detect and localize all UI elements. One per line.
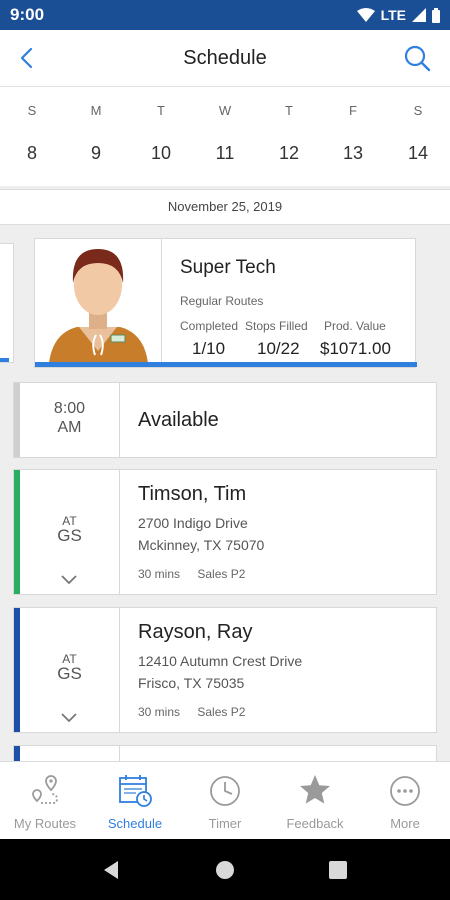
day-cell[interactable]: S 14: [386, 87, 450, 187]
status-bar: 9:00 LTE: [0, 0, 450, 30]
customer-name: Rayson, Ray: [138, 621, 253, 643]
clock-icon: [210, 776, 240, 806]
battery-icon: [432, 7, 440, 23]
day-cell[interactable]: T 12: [257, 87, 321, 187]
day-of-week: W: [218, 103, 232, 118]
status-icons: LTE: [356, 7, 440, 23]
day-number: 12: [278, 143, 300, 163]
day-of-week: M: [90, 103, 102, 118]
day-cell[interactable]: T 10: [129, 87, 193, 187]
day-number: 11: [215, 143, 235, 163]
time-bottom: AM: [57, 419, 82, 436]
chevron-down-icon[interactable]: [60, 711, 78, 723]
selected-date: November 25, 2019: [0, 189, 450, 225]
technician-card-accent: [35, 362, 417, 367]
tab-more[interactable]: More: [360, 762, 450, 840]
address-line-1: 12410 Autumn Crest Drive: [138, 653, 303, 669]
day-number: 14: [407, 143, 429, 163]
day-number: 9: [90, 143, 101, 163]
duration: 30 mins: [138, 705, 181, 719]
day-number: 10: [150, 143, 172, 163]
day-cell[interactable]: F 13: [321, 87, 385, 187]
day-cell[interactable]: W 11: [193, 87, 257, 187]
appointment-card[interactable]: AT GS Rayson, Ray 12410 Autumn Crest Dri…: [13, 607, 437, 733]
stat-value-stops-filled: 10/22: [257, 339, 300, 358]
route-type: Regular Routes: [180, 294, 264, 308]
signal-icon: [412, 8, 426, 22]
tab-label: My Routes: [13, 816, 77, 831]
day-of-week: F: [349, 103, 357, 118]
tab-timer[interactable]: Timer: [180, 762, 270, 840]
previous-tech-card[interactable]: [0, 243, 14, 363]
day-of-week: T: [285, 103, 293, 118]
day-cell[interactable]: M 9: [64, 87, 128, 187]
calendar-clock-icon: [119, 775, 152, 807]
appointment-title: Available: [138, 409, 219, 431]
time-top: 8:00: [53, 400, 86, 417]
appointment-meta: 30 mins Sales P2: [138, 705, 259, 719]
tab-my-routes[interactable]: My Routes: [0, 762, 90, 840]
tab-label: Schedule: [107, 816, 163, 831]
nav-back-icon[interactable]: [101, 860, 121, 880]
chevron-down-icon[interactable]: [60, 573, 78, 585]
appointment-time: 8:00 AM: [20, 383, 120, 457]
star-icon: [300, 775, 330, 804]
previous-card-accent: [0, 358, 9, 362]
tab-label: More: [390, 816, 420, 831]
bottom-tab-bar: My Routes Schedule Timer Feedback More: [0, 761, 450, 839]
address-line-2: Frisco, TX 75035: [138, 675, 245, 691]
avatar: [35, 239, 162, 363]
system-navigation-bar: [0, 839, 450, 900]
stat-label-stops-filled: Stops Filled: [245, 319, 308, 333]
technician-avatar-image: [49, 249, 148, 363]
day-of-week: S: [413, 103, 423, 118]
day-of-week: T: [157, 103, 165, 118]
search-icon[interactable]: [402, 43, 432, 73]
tab-schedule[interactable]: Schedule: [90, 762, 180, 840]
page-title: Schedule: [183, 46, 267, 69]
week-strip: S 8 M 9 T 10 W 11 T 12 F 13 S 14: [0, 86, 450, 186]
time-bottom: GS: [57, 664, 82, 683]
appointment-type: Sales P2: [197, 567, 246, 581]
stat-label-prod-value: Prod. Value: [324, 319, 386, 333]
day-cell[interactable]: S 8: [0, 87, 64, 187]
day-number: 13: [342, 143, 364, 163]
network-label: LTE: [380, 7, 406, 23]
technician-card[interactable]: Super Tech Regular Routes Completed Stop…: [34, 238, 417, 368]
stat-value-completed: 1/10: [192, 339, 226, 358]
wifi-icon: [356, 8, 375, 22]
status-time: 9:00: [10, 5, 45, 24]
day-number: 8: [26, 143, 37, 163]
nav-home-icon[interactable]: [215, 860, 235, 880]
address-line-1: 2700 Indigo Drive: [138, 515, 248, 531]
day-of-week: S: [27, 103, 37, 118]
app-bar: Schedule: [0, 30, 450, 86]
appointment-meta: 30 mins Sales P2: [138, 567, 259, 581]
appointment-time: AT GS: [20, 470, 120, 594]
appointment-slot-available[interactable]: 8:00 AM Available: [13, 382, 437, 458]
appointment-time: AT GS: [20, 608, 120, 732]
tab-label: Feedback: [286, 816, 344, 831]
more-dots-icon: [390, 776, 420, 806]
nav-recents-icon[interactable]: [329, 861, 347, 879]
map-pin-route-icon: [32, 775, 58, 804]
appointment-type: Sales P2: [197, 705, 246, 719]
address-line-2: Mckinney, TX 75070: [138, 537, 265, 553]
duration: 30 mins: [138, 567, 181, 581]
tab-label: Timer: [208, 816, 242, 831]
stat-label-completed: Completed: [180, 319, 239, 333]
back-arrow-icon[interactable]: [14, 44, 42, 72]
stat-value-prod-value: $1071.00: [320, 339, 391, 358]
technician-name: Super Tech: [180, 257, 276, 278]
appointment-card[interactable]: AT GS Timson, Tim 2700 Indigo Drive Mcki…: [13, 469, 437, 595]
tab-feedback[interactable]: Feedback: [270, 762, 360, 840]
time-bottom: GS: [57, 526, 82, 545]
customer-name: Timson, Tim: [138, 483, 247, 505]
